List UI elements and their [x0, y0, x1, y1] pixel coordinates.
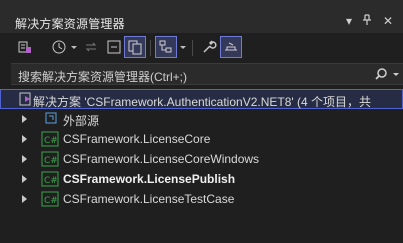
search-bar[interactable]: 搜索解决方案资源管理器(Ctrl+;) [11, 63, 403, 85]
svg-text:C#: C# [44, 176, 58, 186]
svg-text:C#: C# [44, 136, 58, 146]
tree-item-project-startup[interactable]: C# CSFramework.LicensePublish [0, 169, 403, 189]
tree-item-external-sources[interactable]: 外部源 [0, 109, 403, 129]
svg-text:C#: C# [44, 196, 58, 206]
svg-text:C#: C# [44, 156, 58, 166]
tree-item-project[interactable]: C# CSFramework.LicenseCore [0, 129, 403, 149]
solution-tree: 解决方案 'CSFramework.AuthenticationV2.NET8'… [0, 88, 403, 243]
tree-item-project[interactable]: C# CSFramework.LicenseTestCase [0, 189, 403, 209]
tree-item-label: CSFramework.LicenseCore [63, 132, 211, 146]
expand-arrow-icon[interactable] [22, 135, 27, 143]
window-position-dropdown-icon[interactable]: ▾ [342, 14, 356, 28]
tree-item-label: CSFramework.LicensePublish [63, 172, 236, 186]
csharp-project-icon: C# [41, 131, 59, 150]
panel-title-bar: 解决方案资源管理器 ▾ ✕ [0, 0, 403, 33]
search-options-dropdown-icon[interactable] [393, 73, 399, 76]
switch-views-button[interactable] [14, 36, 36, 58]
tree-item-label: CSFramework.LicenseCoreWindows [63, 152, 260, 166]
expand-arrow-icon[interactable] [22, 175, 27, 183]
tree-item-project[interactable]: C# CSFramework.LicenseCoreWindows [0, 149, 403, 169]
tree-item-label: CSFramework.LicenseTestCase [63, 192, 235, 206]
solution-explorer-toolbar [0, 33, 403, 63]
show-all-files-icon [127, 39, 143, 55]
panel-title: 解决方案资源管理器 [15, 17, 125, 31]
search-input[interactable]: 搜索解决方案资源管理器(Ctrl+;) [18, 68, 187, 85]
external-sources-icon [44, 111, 58, 128]
collapse-all-icon [106, 39, 122, 55]
solution-node[interactable]: 解决方案 'CSFramework.AuthenticationV2.NET8'… [0, 89, 403, 109]
solution-icon [19, 92, 33, 109]
sync-with-document-button[interactable] [80, 36, 102, 58]
preview-selected-icon [223, 39, 239, 55]
collapse-all-button[interactable] [103, 36, 125, 58]
expand-arrow-icon[interactable] [22, 195, 27, 203]
filter-button[interactable] [155, 36, 177, 58]
filter-icon [158, 39, 174, 55]
toolbar-separator [192, 40, 193, 56]
csharp-project-icon: C# [41, 171, 59, 190]
show-all-files-button[interactable] [124, 36, 146, 58]
pending-changes-dropdown-icon[interactable] [71, 46, 77, 49]
tree-item-label: 外部源 [63, 114, 100, 128]
pin-icon[interactable] [360, 14, 374, 28]
properties-wrench-icon [201, 39, 217, 55]
pending-changes-icon [51, 39, 67, 55]
filter-dropdown-icon[interactable] [180, 46, 186, 49]
search-icon[interactable] [374, 67, 388, 84]
switch-views-icon [17, 39, 33, 55]
expand-arrow-icon[interactable] [22, 155, 27, 163]
close-icon[interactable]: ✕ [381, 14, 395, 28]
csharp-project-icon: C# [41, 191, 59, 210]
preview-selected-button[interactable] [220, 36, 242, 58]
properties-button[interactable] [198, 36, 220, 58]
solution-label: 解决方案 'CSFramework.AuthenticationV2.NET8'… [33, 95, 372, 109]
toolbar-separator [150, 40, 151, 56]
csharp-project-icon: C# [41, 151, 59, 170]
pending-changes-button[interactable] [48, 36, 70, 58]
sync-with-document-icon [83, 39, 99, 55]
expand-arrow-icon[interactable] [22, 115, 27, 123]
